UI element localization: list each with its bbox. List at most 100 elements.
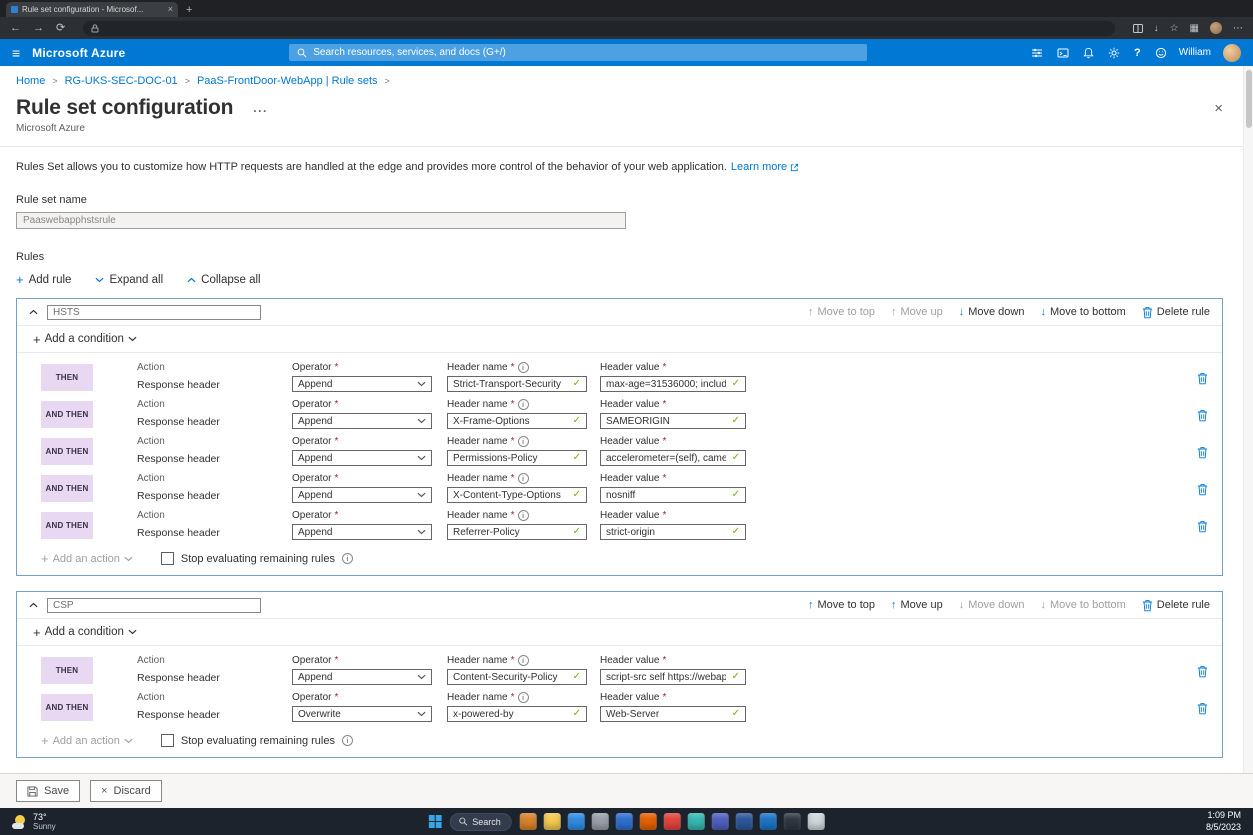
header-value-input[interactable]: strict-origin✓: [600, 524, 746, 540]
taskbar-icon-snipping-tool[interactable]: [520, 813, 537, 830]
rule-set-name-input[interactable]: Paaswebapphstsrule: [16, 212, 626, 229]
taskbar-icon-outlook[interactable]: [760, 813, 777, 830]
help-icon[interactable]: ?: [1134, 47, 1141, 59]
add-action-button[interactable]: +Add an action: [41, 552, 133, 565]
stop-evaluating-row[interactable]: Stop evaluating remaining rulesi: [161, 734, 353, 747]
move-down-button[interactable]: ↓Move down: [959, 599, 1025, 611]
rule-name-input[interactable]: [47, 598, 261, 613]
expand-all-button[interactable]: Expand all: [95, 274, 163, 286]
settings-gear-icon[interactable]: [1108, 47, 1120, 59]
taskbar-icon-firefox[interactable]: [640, 813, 657, 830]
taskbar-icon-chrome[interactable]: [664, 813, 681, 830]
scrollbar-thumb[interactable]: [1246, 70, 1252, 128]
header-value-input[interactable]: script-src self https://webap...✓: [600, 669, 746, 685]
browser-profile-avatar[interactable]: [1210, 22, 1222, 34]
collapse-rule-icon[interactable]: [29, 309, 38, 315]
collapse-rule-icon[interactable]: [29, 602, 38, 608]
taskbar-icon-file-explorer[interactable]: [544, 813, 561, 830]
collapse-all-button[interactable]: Collapse all: [187, 274, 260, 286]
header-name-input[interactable]: X-Content-Type-Options✓: [447, 487, 587, 503]
delete-rule-button[interactable]: Delete rule: [1142, 306, 1210, 319]
operator-select[interactable]: Append: [292, 413, 432, 429]
add-condition-button[interactable]: +Add a condition: [33, 333, 137, 346]
address-bar[interactable]: [83, 21, 1114, 36]
move-to-top-button[interactable]: ↑Move to top: [808, 306, 875, 318]
azure-brand[interactable]: Microsoft Azure: [32, 46, 125, 60]
download-icon[interactable]: ↓: [1154, 23, 1159, 34]
copilot-icon[interactable]: [1031, 47, 1043, 59]
header-value-input[interactable]: max-age=31536000; includ...✓: [600, 376, 746, 392]
taskbar-icon-teams[interactable]: [712, 813, 729, 830]
add-condition-button[interactable]: +Add a condition: [33, 626, 137, 639]
taskbar-icon-projector[interactable]: [808, 813, 825, 830]
start-button[interactable]: [428, 815, 441, 828]
delete-action-button[interactable]: [1197, 520, 1208, 533]
taskbar-icon-settings[interactable]: [592, 813, 609, 830]
move-to-bottom-button[interactable]: ↓Move to bottom: [1040, 306, 1125, 318]
header-name-input[interactable]: Permissions-Policy✓: [447, 450, 587, 466]
cloud-shell-icon[interactable]: [1057, 47, 1069, 59]
move-up-button[interactable]: ↑Move up: [891, 599, 943, 611]
header-name-input[interactable]: Referrer-Policy✓: [447, 524, 587, 540]
operator-select[interactable]: Append: [292, 524, 432, 540]
add-rule-button[interactable]: + Add rule: [16, 273, 71, 286]
feedback-icon[interactable]: [1155, 47, 1167, 59]
taskbar-search[interactable]: Search: [449, 813, 512, 831]
portal-menu-icon[interactable]: ≡: [12, 46, 20, 60]
move-to-bottom-button[interactable]: ↓Move to bottom: [1040, 599, 1125, 611]
taskbar-icon-word[interactable]: [736, 813, 753, 830]
taskbar-icon-terminal[interactable]: [784, 813, 801, 830]
browser-tab[interactable]: Rule set configuration - Microsof... ×: [6, 2, 178, 17]
favorites-icon[interactable]: ☆: [1170, 23, 1179, 34]
user-avatar[interactable]: [1223, 44, 1241, 62]
move-to-top-button[interactable]: ↑Move to top: [808, 599, 875, 611]
close-blade-icon[interactable]: ×: [1214, 101, 1223, 116]
taskbar-clock[interactable]: 1:09 PM 8/5/2023: [1206, 810, 1241, 833]
breadcrumb-resource-group[interactable]: RG-UKS-SEC-DOC-01: [65, 75, 178, 87]
header-name-input[interactable]: x-powered-by✓: [447, 706, 587, 722]
delete-action-button[interactable]: [1197, 483, 1208, 496]
move-up-button[interactable]: ↑Move up: [891, 306, 943, 318]
operator-select[interactable]: Append: [292, 450, 432, 466]
operator-select[interactable]: Append: [292, 376, 432, 392]
breadcrumb-home[interactable]: Home: [16, 75, 45, 87]
header-name-input[interactable]: X-Frame-Options✓: [447, 413, 587, 429]
operator-select[interactable]: Overwrite: [292, 706, 432, 722]
refresh-button[interactable]: ⟳: [56, 23, 65, 34]
stop-evaluating-checkbox[interactable]: [161, 552, 174, 565]
header-value-input[interactable]: SAMEORIGIN✓: [600, 413, 746, 429]
header-name-input[interactable]: Strict-Transport-Security✓: [447, 376, 587, 392]
taskbar-icon-edge[interactable]: [568, 813, 585, 830]
user-name[interactable]: William: [1179, 47, 1211, 58]
save-button[interactable]: Save: [16, 780, 80, 802]
forward-button[interactable]: →: [33, 23, 44, 34]
delete-action-button[interactable]: [1197, 409, 1208, 422]
back-button[interactable]: ←: [10, 23, 21, 34]
header-value-input[interactable]: accelerometer=(self), camer...✓: [600, 450, 746, 466]
taskbar-icon-edge-dev[interactable]: [688, 813, 705, 830]
browser-menu-icon[interactable]: ⋯: [1233, 23, 1243, 34]
collections-icon[interactable]: ▦: [1190, 23, 1199, 34]
tab-close-icon[interactable]: ×: [168, 5, 173, 14]
add-action-button[interactable]: +Add an action: [41, 734, 133, 747]
header-name-input[interactable]: Content-Security-Policy✓: [447, 669, 587, 685]
taskbar-weather[interactable]: 73° Sunny: [12, 812, 56, 832]
stop-evaluating-checkbox[interactable]: [161, 734, 174, 747]
split-screen-icon[interactable]: [1133, 24, 1143, 33]
learn-more-link[interactable]: Learn more: [731, 161, 799, 173]
header-value-input[interactable]: nosniff✓: [600, 487, 746, 503]
breadcrumb-rule-sets[interactable]: PaaS-FrontDoor-WebApp | Rule sets: [197, 75, 378, 87]
move-down-button[interactable]: ↓Move down: [959, 306, 1025, 318]
delete-action-button[interactable]: [1197, 446, 1208, 459]
azure-search-input[interactable]: Search resources, services, and docs (G+…: [289, 44, 867, 61]
rule-name-input[interactable]: [47, 305, 261, 320]
header-value-input[interactable]: Web-Server✓: [600, 706, 746, 722]
discard-button[interactable]: × Discard: [90, 780, 162, 802]
delete-action-button[interactable]: [1197, 665, 1208, 678]
new-tab-button[interactable]: +: [186, 5, 192, 16]
delete-action-button[interactable]: [1197, 372, 1208, 385]
delete-action-button[interactable]: [1197, 702, 1208, 715]
operator-select[interactable]: Append: [292, 669, 432, 685]
notifications-bell-icon[interactable]: [1083, 47, 1094, 59]
more-options-icon[interactable]: ...: [253, 101, 268, 115]
